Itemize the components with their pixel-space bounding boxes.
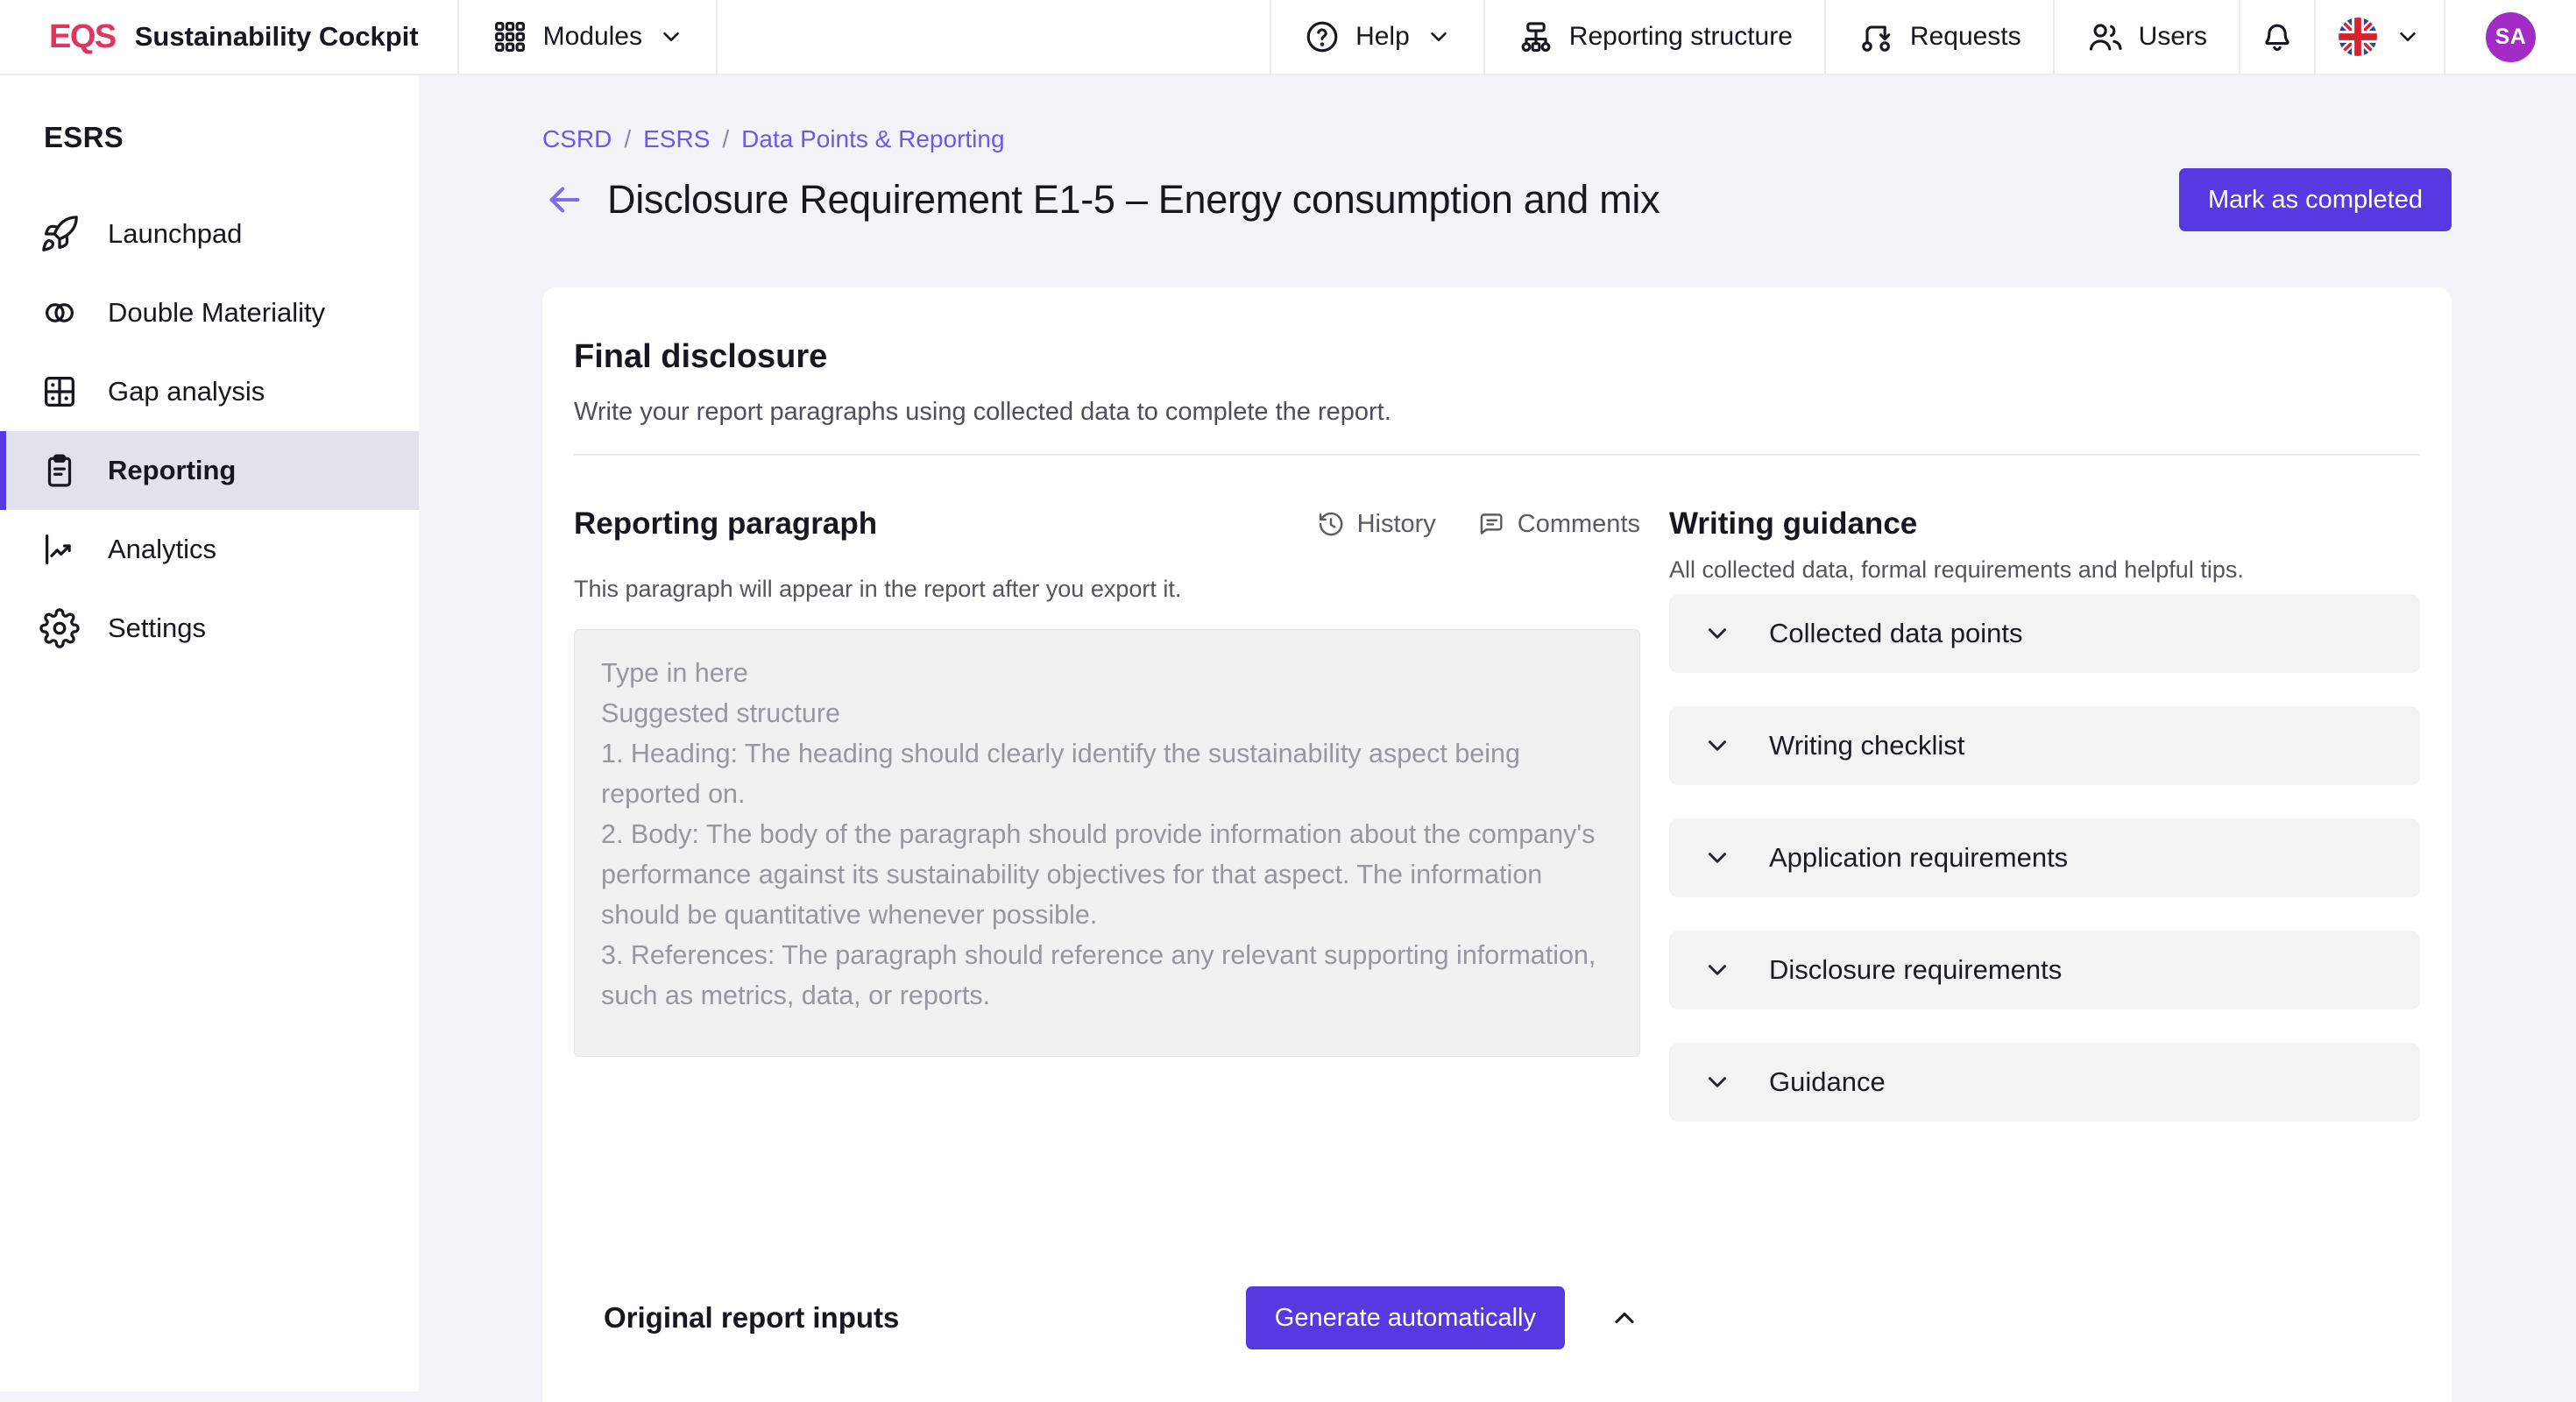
sidebar-item-label: Settings [108, 612, 206, 644]
quadrant-grid-icon [39, 372, 80, 412]
original-report-inputs-header: Original report inputs Generate automati… [574, 1286, 1640, 1349]
paragraph-hint: This paragraph will appear in the report… [574, 575, 1640, 603]
help-label: Help [1355, 22, 1410, 52]
sidebar-item-label: Analytics [108, 534, 216, 565]
chevron-down-icon [1426, 24, 1452, 50]
arrow-left-icon [544, 180, 584, 220]
writing-guidance-section: Writing guidance All collected data, for… [1669, 505, 2420, 1349]
top-navbar: EQS Sustainability Cockpit Modules Help … [0, 0, 2576, 75]
requests-button[interactable]: Requests [1826, 0, 2053, 74]
chevron-down-icon [1702, 843, 1732, 873]
back-button[interactable] [542, 178, 586, 222]
rocket-icon [39, 214, 80, 254]
breadcrumb-link-csrd[interactable]: CSRD [542, 124, 612, 154]
generate-automatically-button[interactable]: Generate automatically [1246, 1286, 1565, 1349]
final-disclosure-card: Final disclosure Write your report parag… [542, 287, 2452, 1402]
accordion-label: Application requirements [1769, 842, 2068, 874]
breadcrumb-link-data-points-reporting[interactable]: Data Points & Reporting [741, 124, 1004, 154]
modules-label: Modules [543, 22, 642, 52]
accordion-collected-data-points[interactable]: Collected data points [1669, 594, 2420, 673]
history-label: History [1357, 510, 1436, 539]
page-title: Disclosure Requirement E1-5 – Energy con… [607, 175, 1660, 224]
sidebar-item-label: Launchpad [108, 218, 242, 250]
language-selector[interactable] [2316, 0, 2444, 74]
users-icon [2086, 18, 2125, 56]
mark-as-completed-button[interactable]: Mark as completed [2179, 168, 2452, 231]
sidebar-item-label: Reporting [108, 455, 236, 486]
accordion-application-requirements[interactable]: Application requirements [1669, 818, 2420, 897]
sidebar-item-analytics[interactable]: Analytics [0, 510, 419, 589]
avatar[interactable]: SA [2486, 12, 2536, 62]
breadcrumb-link-esrs[interactable]: ESRS [643, 124, 710, 154]
line-chart-icon [39, 529, 80, 570]
sidebar-section-title: ESRS [44, 121, 419, 154]
sitemap-icon [1517, 18, 1555, 56]
modules-button[interactable]: Modules [459, 0, 716, 74]
sidebar: ESRS Launchpad Double Materiality Gap an… [0, 75, 419, 1391]
final-disclosure-description: Write your report paragraphs using colle… [574, 396, 2420, 428]
comments-label: Comments [1518, 510, 1640, 539]
reporting-paragraph-title: Reporting paragraph [574, 505, 877, 543]
chevron-down-icon [1702, 619, 1732, 648]
paragraph-editor[interactable]: Type in here Suggested structure 1. Head… [574, 629, 1640, 1057]
notifications-button[interactable] [2240, 0, 2314, 74]
page-header: Disclosure Requirement E1-5 – Energy con… [542, 168, 2452, 231]
original-report-inputs-title: Original report inputs [604, 1301, 899, 1335]
accordion-label: Collected data points [1769, 618, 2023, 649]
reporting-structure-button[interactable]: Reporting structure [1485, 0, 1824, 74]
requests-label: Requests [1910, 22, 2021, 52]
app-title: Sustainability Cockpit [135, 21, 419, 53]
writing-guidance-title: Writing guidance [1669, 505, 2420, 543]
comment-icon [1476, 509, 1506, 539]
sidebar-item-reporting[interactable]: Reporting [0, 431, 419, 510]
accordion-label: Guidance [1769, 1066, 1886, 1098]
double-circles-icon [39, 293, 80, 333]
reporting-paragraph-section: Reporting paragraph History Comments [574, 505, 1640, 1349]
accordion-writing-checklist[interactable]: Writing checklist [1669, 706, 2420, 785]
uk-flag-icon [2339, 18, 2377, 56]
breadcrumb-separator: / [624, 124, 631, 154]
gear-icon [39, 608, 80, 648]
breadcrumb-separator: / [722, 124, 729, 154]
users-label: Users [2139, 22, 2207, 52]
chevron-down-icon [1702, 955, 1732, 985]
main-content: CSRD / ESRS / Data Points & Reporting Di… [419, 75, 2576, 1391]
sidebar-item-label: Double Materiality [108, 297, 325, 329]
chevron-down-icon [658, 24, 684, 50]
history-icon [1316, 509, 1346, 539]
help-button[interactable]: Help [1271, 0, 1483, 74]
section-divider [574, 454, 2420, 456]
accordion-disclosure-requirements[interactable]: Disclosure requirements [1669, 931, 2420, 1009]
brand-home-link[interactable]: EQS Sustainability Cockpit [0, 0, 457, 74]
sidebar-item-settings[interactable]: Settings [0, 589, 419, 668]
chevron-down-icon [1702, 1067, 1732, 1097]
final-disclosure-title: Final disclosure [574, 336, 2420, 377]
comments-button[interactable]: Comments [1476, 509, 1640, 539]
guidance-accordion-list: Collected data points Writing checklist … [1669, 594, 2420, 1122]
accordion-label: Writing checklist [1769, 730, 1964, 761]
chevron-down-icon [2395, 24, 2421, 50]
eqs-logo: EQS [49, 18, 116, 56]
bell-icon [2258, 18, 2296, 56]
sidebar-item-label: Gap analysis [108, 376, 265, 407]
accordion-label: Disclosure requirements [1769, 954, 2062, 986]
accordion-guidance[interactable]: Guidance [1669, 1043, 2420, 1122]
history-button[interactable]: History [1316, 509, 1436, 539]
users-button[interactable]: Users [2055, 0, 2239, 74]
reporting-structure-label: Reporting structure [1569, 22, 1793, 52]
requests-icon [1858, 18, 1896, 56]
grid-icon [491, 18, 529, 56]
editor-placeholder: Type in here Suggested structure 1. Head… [601, 653, 1613, 1016]
clipboard-icon [39, 450, 80, 491]
help-icon [1303, 18, 1341, 56]
chevron-up-icon [1609, 1302, 1640, 1334]
sidebar-item-gap-analysis[interactable]: Gap analysis [0, 352, 419, 431]
collapse-section-button[interactable] [1609, 1302, 1640, 1334]
chevron-down-icon [1702, 731, 1732, 761]
sidebar-item-launchpad[interactable]: Launchpad [0, 195, 419, 273]
breadcrumb: CSRD / ESRS / Data Points & Reporting [542, 124, 2452, 154]
writing-guidance-subtitle: All collected data, formal requirements … [1669, 556, 2420, 584]
sidebar-item-double-materiality[interactable]: Double Materiality [0, 273, 419, 352]
